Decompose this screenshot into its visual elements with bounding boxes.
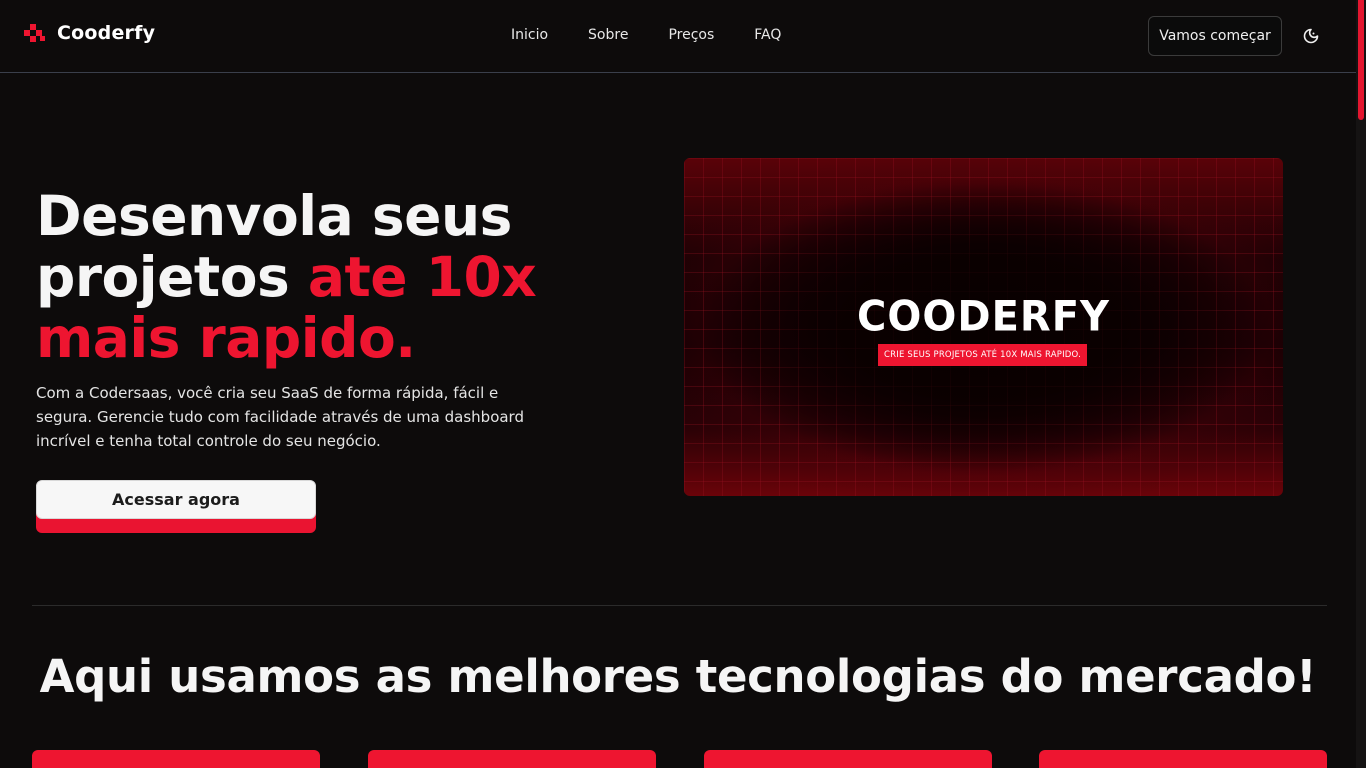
brand-link[interactable]: Cooderfy xyxy=(24,22,155,44)
hero-banner: COODERFY CRIE SEUS PROJETOS ATÉ 10X MAIS… xyxy=(684,158,1283,496)
tech-card xyxy=(1039,750,1327,768)
scrollbar-thumb[interactable] xyxy=(1358,0,1364,120)
cooderfy-logo-icon xyxy=(24,24,45,42)
nav-link-sobre[interactable]: Sobre xyxy=(588,27,628,43)
nav-link-inicio[interactable]: Inicio xyxy=(511,27,548,43)
theme-toggle-button[interactable] xyxy=(1300,25,1322,47)
hero-description: Com a Codersaas, você cria seu SaaS de f… xyxy=(36,384,524,450)
access-now-wrapper: Acessar agora xyxy=(36,480,316,534)
brand-name: Cooderfy xyxy=(57,22,156,44)
hero-title-line2: projetos xyxy=(36,245,308,309)
hero-title-accent-1: ate 10x xyxy=(307,245,537,309)
tech-section-title: Aqui usamos as melhores tecnologias do m… xyxy=(39,650,1317,703)
theme-toggle-icon xyxy=(1303,28,1319,44)
hero-title-accent-2: mais rapido. xyxy=(36,306,416,370)
nav-link-faq[interactable]: FAQ xyxy=(754,27,781,43)
get-started-button[interactable]: Vamos começar xyxy=(1148,16,1282,56)
section-divider xyxy=(32,605,1327,606)
nav-link-precos[interactable]: Preços xyxy=(668,27,714,43)
page-scrollbar[interactable] xyxy=(1356,0,1366,768)
hero-title-line1: Desenvola seus xyxy=(36,184,512,248)
main-nav: Inicio Sobre Preços FAQ xyxy=(511,27,821,43)
access-now-button[interactable]: Acessar agora xyxy=(36,480,316,519)
site-header: Cooderfy Inicio Sobre Preços FAQ Vamos c… xyxy=(0,0,1356,73)
hero-title: Desenvola seus projetos ate 10x mais rap… xyxy=(36,186,596,369)
banner-logo-text: COODERFY xyxy=(857,292,1110,342)
tech-card xyxy=(32,750,320,768)
tech-card xyxy=(704,750,992,768)
tech-card xyxy=(368,750,656,768)
banner-tagline: CRIE SEUS PROJETOS ATÉ 10X MAIS RAPIDO. xyxy=(878,344,1087,366)
